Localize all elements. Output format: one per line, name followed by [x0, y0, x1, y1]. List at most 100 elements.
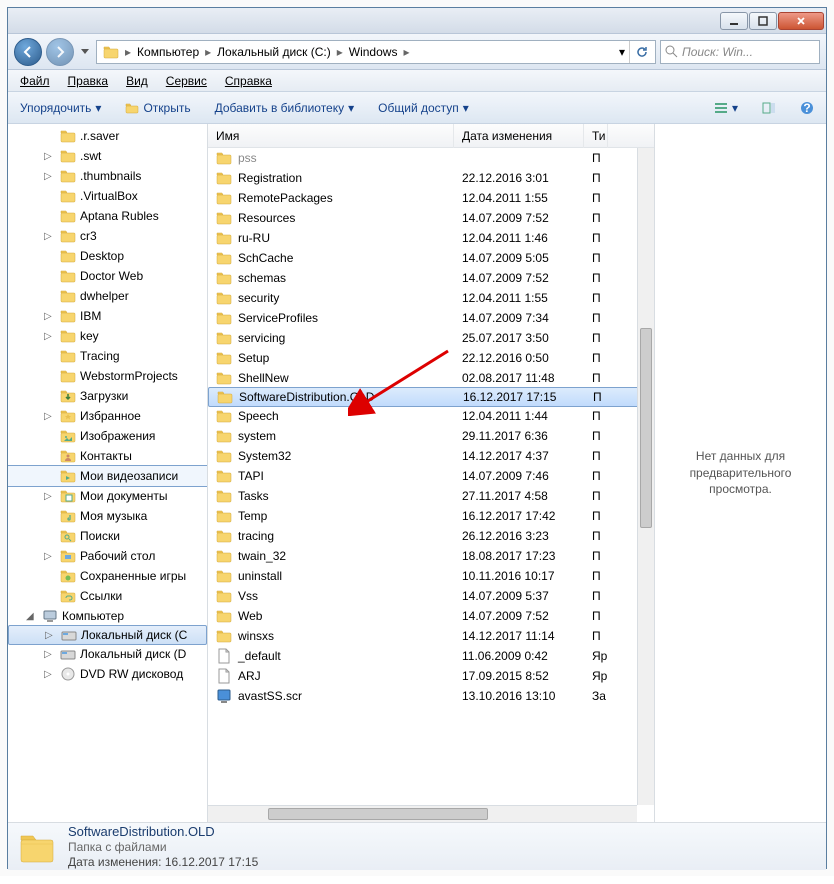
tree-item[interactable]: ◢Компьютер — [8, 606, 207, 626]
help-button[interactable]: ? — [794, 98, 820, 118]
expander-icon[interactable]: ▷ — [44, 151, 56, 162]
tree-item[interactable]: Загрузки — [8, 386, 207, 406]
tree-item[interactable]: ▷.swt — [8, 146, 207, 166]
scrollbar-thumb[interactable] — [268, 808, 488, 820]
file-row[interactable]: Speech12.04.2011 1:44П — [208, 406, 654, 426]
file-row[interactable]: RemotePackages12.04.2011 1:55П — [208, 188, 654, 208]
file-row[interactable]: pssП — [208, 148, 654, 168]
file-row[interactable]: uninstall10.11.2016 10:17П — [208, 566, 654, 586]
menu-view[interactable]: Вид — [118, 72, 156, 90]
file-row[interactable]: servicing25.07.2017 3:50П — [208, 328, 654, 348]
tree-item[interactable]: ▷.thumbnails — [8, 166, 207, 186]
add-to-library-button[interactable]: Добавить в библиотеку ▾ — [209, 98, 361, 118]
file-row[interactable]: winsxs14.12.2017 11:14П — [208, 626, 654, 646]
organize-button[interactable]: Упорядочить ▾ — [14, 98, 107, 118]
addr-dropdown[interactable]: ▾ — [615, 45, 629, 59]
expander-icon[interactable]: ▷ — [44, 669, 56, 680]
tree-item[interactable]: Сохраненные игры — [8, 566, 207, 586]
expander-icon[interactable]: ▷ — [44, 649, 56, 660]
file-row[interactable]: Vss14.07.2009 5:37П — [208, 586, 654, 606]
breadcrumb-windows[interactable]: Windows — [345, 41, 402, 63]
vertical-scrollbar[interactable] — [637, 148, 654, 805]
expander-icon[interactable]: ▷ — [44, 411, 56, 422]
tree-item[interactable]: Ссылки — [8, 586, 207, 606]
tree-item[interactable]: WebstormProjects — [8, 366, 207, 386]
file-row[interactable]: TAPI14.07.2009 7:46П — [208, 466, 654, 486]
forward-button[interactable] — [46, 38, 74, 66]
col-date[interactable]: Дата изменения — [454, 124, 584, 148]
tree-item[interactable]: Desktop — [8, 246, 207, 266]
tree-item[interactable]: Tracing — [8, 346, 207, 366]
search-box[interactable]: Поиск: Win... — [660, 40, 820, 64]
horizontal-scrollbar[interactable] — [208, 805, 637, 822]
expander-icon[interactable]: ▷ — [44, 231, 56, 242]
file-row[interactable]: system29.11.2017 6:36П — [208, 426, 654, 446]
tree-item[interactable]: .VirtualBox — [8, 186, 207, 206]
file-row[interactable]: twain_3218.08.2017 17:23П — [208, 546, 654, 566]
menu-tools[interactable]: Сервис — [158, 72, 215, 90]
tree-item[interactable]: ▷Мои документы — [8, 486, 207, 506]
refresh-button[interactable] — [629, 41, 653, 63]
file-row[interactable]: _default11.06.2009 0:42Яр — [208, 646, 654, 666]
expander-icon[interactable]: ▷ — [44, 331, 56, 342]
file-row[interactable]: System3214.12.2017 4:37П — [208, 446, 654, 466]
tree-item[interactable]: .r.saver — [8, 126, 207, 146]
menu-help[interactable]: Справка — [217, 72, 280, 90]
tree-item[interactable]: Doctor Web — [8, 266, 207, 286]
file-row[interactable]: ARJ17.09.2015 8:52Яр — [208, 666, 654, 686]
tree-item[interactable]: Поиски — [8, 526, 207, 546]
minimize-button[interactable] — [720, 12, 748, 30]
file-row[interactable]: SoftwareDistribution.OLD16.12.2017 17:15… — [208, 387, 654, 407]
maximize-button[interactable] — [749, 12, 777, 30]
breadcrumb-computer[interactable]: Компьютер — [133, 41, 203, 63]
tree-item[interactable]: ▷key — [8, 326, 207, 346]
history-dropdown[interactable] — [78, 42, 92, 62]
expander-icon[interactable]: ▷ — [44, 171, 56, 182]
file-row[interactable]: Registration22.12.2016 3:01П — [208, 168, 654, 188]
file-row[interactable]: ShellNew02.08.2017 11:48П — [208, 368, 654, 388]
file-row[interactable]: Temp16.12.2017 17:42П — [208, 506, 654, 526]
col-name[interactable]: Имя — [208, 124, 454, 148]
tree-item[interactable]: Моя музыка — [8, 506, 207, 526]
file-row[interactable]: Setup22.12.2016 0:50П — [208, 348, 654, 368]
tree-item[interactable]: ▷cr3 — [8, 226, 207, 246]
tree-item[interactable]: Мои видеозаписи — [8, 466, 207, 486]
tree-item[interactable]: ▷Локальный диск (C — [8, 625, 207, 645]
menu-file[interactable]: Файл — [12, 72, 58, 90]
menu-edit[interactable]: Правка — [60, 72, 117, 90]
file-row[interactable]: avastSS.scr13.10.2016 13:10За — [208, 686, 654, 706]
tree-item[interactable]: ▷IBM — [8, 306, 207, 326]
file-row[interactable]: Tasks27.11.2017 4:58П — [208, 486, 654, 506]
file-row[interactable]: tracing26.12.2016 3:23П — [208, 526, 654, 546]
tree-item[interactable]: ▷Локальный диск (D — [8, 644, 207, 664]
tree-item[interactable]: Контакты — [8, 446, 207, 466]
file-row[interactable]: Web14.07.2009 7:52П — [208, 606, 654, 626]
back-button[interactable] — [14, 38, 42, 66]
open-button[interactable]: Открыть — [119, 98, 196, 118]
share-button[interactable]: Общий доступ ▾ — [372, 98, 475, 118]
expander-icon[interactable]: ◢ — [26, 611, 38, 622]
preview-pane-button[interactable] — [756, 98, 782, 118]
expander-icon[interactable]: ▷ — [44, 311, 56, 322]
expander-icon[interactable]: ▷ — [44, 551, 56, 562]
tree-item[interactable]: Изображения — [8, 426, 207, 446]
view-mode-button[interactable]: ▾ — [708, 98, 744, 118]
expander-icon[interactable]: ▷ — [44, 491, 56, 502]
file-row[interactable]: ru-RU12.04.2011 1:46П — [208, 228, 654, 248]
tree-item[interactable]: ▷DVD RW дисковод — [8, 664, 207, 684]
expander-icon[interactable]: ▷ — [45, 630, 57, 641]
scrollbar-thumb[interactable] — [640, 328, 652, 528]
address-bar[interactable]: ▸ Компьютер ▸ Локальный диск (C:) ▸ Wind… — [96, 40, 656, 64]
tree-item[interactable]: ▷Избранное — [8, 406, 207, 426]
breadcrumb-drive[interactable]: Локальный диск (C:) — [213, 41, 335, 63]
tree-item[interactable]: dwhelper — [8, 286, 207, 306]
file-row[interactable]: Resources14.07.2009 7:52П — [208, 208, 654, 228]
file-row[interactable]: schemas14.07.2009 7:52П — [208, 268, 654, 288]
file-row[interactable]: ServiceProfiles14.07.2009 7:34П — [208, 308, 654, 328]
tree-item[interactable]: Aptana Rubles — [8, 206, 207, 226]
col-type[interactable]: Ти — [584, 124, 608, 148]
tree-item[interactable]: ▷Рабочий стол — [8, 546, 207, 566]
close-button[interactable] — [778, 12, 824, 30]
file-row[interactable]: SchCache14.07.2009 5:05П — [208, 248, 654, 268]
file-row[interactable]: security12.04.2011 1:55П — [208, 288, 654, 308]
